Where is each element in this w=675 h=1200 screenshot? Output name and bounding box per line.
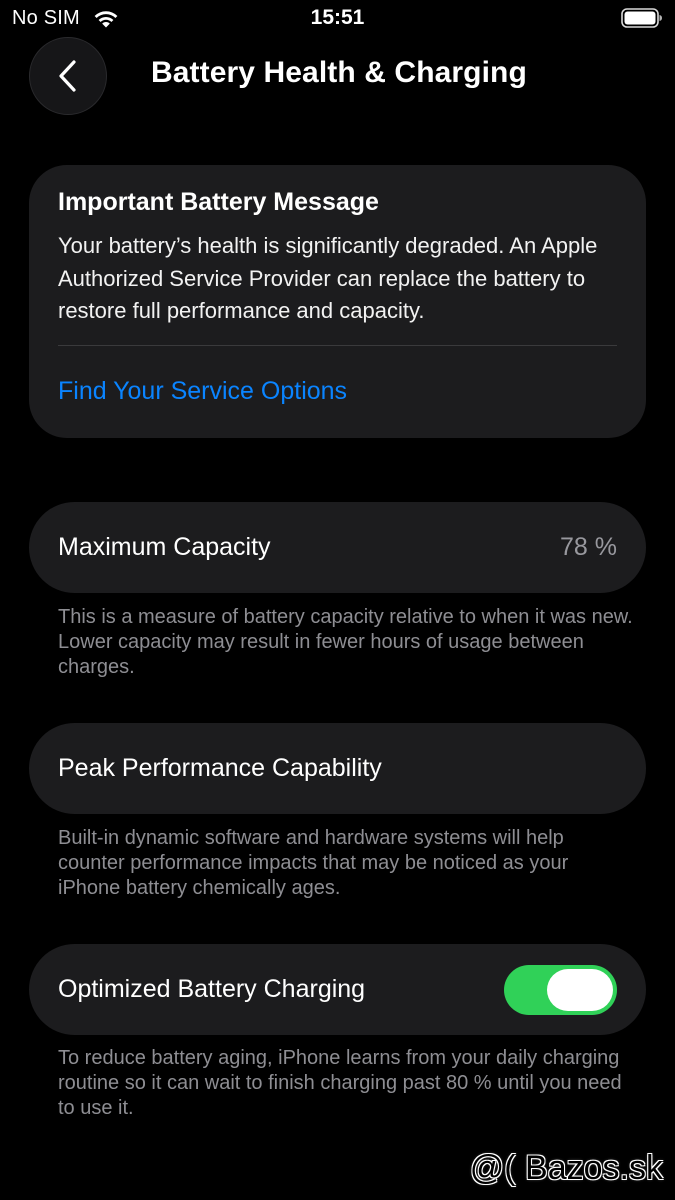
optimized-charging-footnote: To reduce battery aging, iPhone learns f… bbox=[58, 1047, 622, 1119]
message-body: Your battery’s health is significantly d… bbox=[58, 233, 598, 323]
find-service-options-link[interactable]: Find Your Service Options bbox=[58, 377, 347, 406]
maximum-capacity-footnote: This is a measure of battery capacity re… bbox=[58, 606, 633, 678]
optimized-charging-label: Optimized Battery Charging bbox=[58, 975, 366, 1003]
important-battery-message-card: Important Battery Message Your battery’s… bbox=[29, 165, 646, 438]
status-time: 15:51 bbox=[310, 6, 365, 29]
message-title: Important Battery Message bbox=[58, 188, 379, 216]
battery-health-screen: No SIM 15:51 Battery Health & Charging I… bbox=[0, 0, 675, 1200]
maximum-capacity-label: Maximum Capacity bbox=[58, 533, 271, 561]
page-title: Battery Health & Charging bbox=[151, 56, 527, 89]
back-button[interactable] bbox=[29, 37, 107, 115]
peak-performance-footnote: Built-in dynamic software and hardware s… bbox=[58, 827, 569, 899]
optimized-charging-row: Optimized Battery Charging bbox=[29, 944, 646, 1035]
maximum-capacity-row: Maximum Capacity 78 % bbox=[29, 502, 646, 593]
toggle-knob[interactable] bbox=[547, 968, 613, 1011]
status-bar: No SIM 15:51 bbox=[0, 0, 675, 38]
peak-performance-label: Peak Performance Capability bbox=[58, 754, 382, 782]
divider bbox=[58, 345, 617, 346]
peak-performance-row: Peak Performance Capability bbox=[29, 723, 646, 814]
watermark: @( Bazos.sk bbox=[469, 1149, 663, 1187]
chevron-left-icon bbox=[59, 60, 76, 92]
optimized-charging-toggle[interactable] bbox=[504, 964, 617, 1015]
battery-icon bbox=[621, 8, 662, 28]
maximum-capacity-value: 78 % bbox=[560, 533, 617, 561]
